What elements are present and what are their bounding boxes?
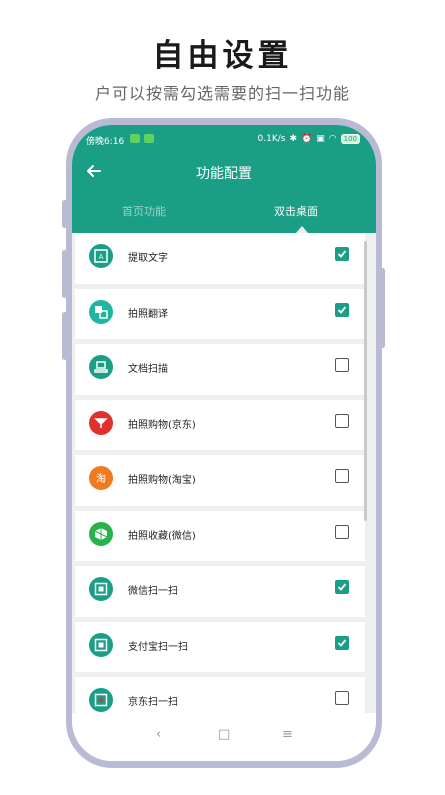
- taobao-shopping-icon: 淘: [89, 466, 113, 490]
- phone-screen: 傍晚6:16 0.1K/s ✱ ⏰ ▣ ◠ 100 功能配置 首页功能 双击桌面: [72, 125, 376, 761]
- alipay-scan-icon: [89, 632, 113, 657]
- phone-frame: 傍晚6:16 0.1K/s ✱ ⏰ ▣ ◠ 100 功能配置 首页功能 双击桌面: [66, 118, 382, 768]
- item-checkbox[interactable]: [335, 691, 349, 705]
- wifi-icon: ◠: [328, 134, 337, 144]
- status-time: 傍晚6:16: [86, 137, 125, 147]
- wechat-favorite-icon: [89, 521, 113, 546]
- item-checkbox[interactable]: [335, 413, 349, 428]
- jd-scan-icon: [89, 688, 113, 712]
- notification-icon: [130, 134, 140, 143]
- item-checkbox[interactable]: [335, 469, 349, 483]
- item-checkbox[interactable]: [335, 580, 349, 594]
- nav-menu-button[interactable]: ≡: [282, 727, 293, 742]
- document-scan-icon: [89, 355, 113, 379]
- item-label: 提取文字: [128, 253, 168, 264]
- page-title: 功能配置: [196, 166, 252, 182]
- list-item[interactable]: 文档扫描: [75, 344, 365, 400]
- status-bar: 傍晚6:16 0.1K/s ✱ ⏰ ▣ ◠ 100: [72, 131, 376, 149]
- list-item[interactable]: 拍照购物(京东): [75, 399, 365, 455]
- item-checkbox[interactable]: [335, 358, 349, 372]
- list-item[interactable]: 支付宝扫一扫: [75, 621, 365, 677]
- list-item[interactable]: 微信扫一扫: [75, 566, 365, 622]
- battery-icon: 100: [340, 134, 360, 144]
- svg-text:淘: 淘: [96, 472, 106, 485]
- jd-shopping-icon: [89, 410, 113, 435]
- item-label: 文档扫描: [128, 364, 168, 375]
- list-item[interactable]: 拍照收藏(微信): [75, 510, 365, 566]
- item-label: 拍照购物(淘宝): [128, 475, 196, 486]
- system-nav-bar: ‹ □ ≡: [72, 713, 376, 761]
- network-speed: 0.1K/s: [257, 134, 286, 144]
- item-label: 京东扫一扫: [128, 697, 178, 708]
- phone-side-button: [62, 200, 67, 228]
- list-item[interactable]: 淘 拍照购物(淘宝): [75, 455, 365, 511]
- hero-title: 自由设置: [152, 38, 293, 74]
- nav-back-button[interactable]: ‹: [156, 727, 161, 742]
- nav-home-button[interactable]: □: [218, 727, 230, 742]
- translate-icon: [89, 299, 113, 324]
- tab-double-tap-desktop[interactable]: 双击桌面: [274, 203, 318, 219]
- sim-icon: ▣: [316, 134, 325, 144]
- svg-text:A: A: [99, 253, 104, 261]
- scrollbar[interactable]: [364, 241, 367, 521]
- function-list: A 提取文字 拍照翻译 文档扫描 拍照购物(京东) 淘 拍照购物(淘宝) 拍照收…: [75, 233, 365, 733]
- wechat-scan-icon: [89, 577, 113, 601]
- item-checkbox[interactable]: [335, 247, 349, 261]
- notification-icon: [144, 134, 154, 143]
- list-item[interactable]: 拍照翻译: [75, 288, 365, 344]
- item-label: 支付宝扫一扫: [128, 641, 188, 653]
- tab-home-functions[interactable]: 首页功能: [122, 203, 166, 219]
- bluetooth-icon: ✱: [289, 134, 298, 144]
- item-checkbox[interactable]: [335, 635, 349, 650]
- list-item[interactable]: A 提取文字: [75, 233, 365, 289]
- item-label: 拍照收藏(微信): [128, 530, 196, 542]
- item-label: 微信扫一扫: [128, 586, 178, 597]
- hero-subtitle: 户可以按需勾选需要的扫一扫功能: [94, 84, 350, 103]
- alarm-icon: ⏰: [301, 134, 313, 144]
- app-header: 傍晚6:16 0.1K/s ✱ ⏰ ▣ ◠ 100 功能配置 首页功能 双击桌面: [72, 125, 376, 233]
- phone-side-button: [62, 250, 67, 298]
- extract-text-icon: A: [89, 244, 113, 268]
- status-indicators: 0.1K/s ✱ ⏰ ▣ ◠ 100: [258, 134, 360, 144]
- item-checkbox[interactable]: [335, 302, 349, 317]
- item-label: 拍照购物(京东): [128, 419, 196, 431]
- item-label: 拍照翻译: [128, 308, 168, 320]
- item-checkbox[interactable]: [335, 524, 349, 539]
- phone-side-button: [380, 268, 385, 348]
- phone-side-button: [62, 312, 67, 360]
- tab-active-indicator: [296, 226, 308, 233]
